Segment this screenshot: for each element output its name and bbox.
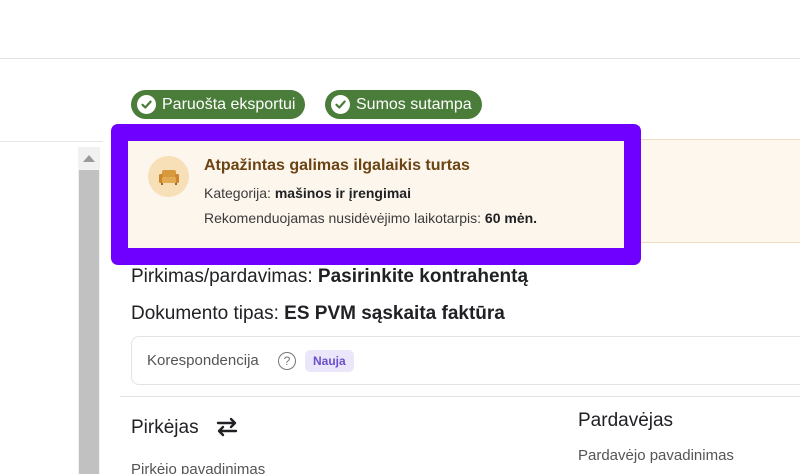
document-type-value: ES PVM sąskaita faktūra: [284, 303, 505, 324]
alert-category-label: Kategorija:: [204, 185, 271, 201]
alert-title: Atpažintas galimas ilgalaikis turtas: [204, 157, 470, 174]
seller-title: Pardavėjas: [578, 410, 674, 431]
swap-arrows-icon[interactable]: [215, 417, 239, 437]
correspondence-label: Korespondencija: [147, 352, 259, 369]
buyer-title: Pirkėjas: [131, 417, 199, 438]
sofa-icon: [148, 156, 189, 197]
help-icon[interactable]: ?: [278, 352, 296, 370]
alert-depreciation-value: 60 mėn.: [484, 210, 538, 226]
alert-background: [640, 139, 800, 243]
check-circle-icon: [137, 95, 156, 114]
purchase-sale-label: Pirkimas/pardavimas:: [131, 266, 313, 287]
new-badge: Nauja: [305, 350, 354, 372]
document-type-label: Dokumento tipas:: [131, 303, 279, 324]
document-type-field: Dokumento tipas: ES PVM sąskaita faktūra: [131, 303, 505, 325]
status-chip-label: Sumos sutampa: [356, 95, 472, 113]
status-chip-label: Paruošta eksportui: [162, 95, 296, 113]
alert-category: Kategorija: mašinos ir įrengimai: [204, 185, 411, 201]
correspondence-panel[interactable]: Korespondencija ? Nauja: [131, 336, 800, 385]
purchase-sale-value[interactable]: Pasirinkite kontrahentą: [318, 266, 528, 287]
fixed-asset-alert: Atpažintas galimas ilgalaikis turtas Kat…: [128, 141, 624, 248]
status-chip-sums-match: Sumos sutampa: [325, 90, 482, 119]
purchase-sale-field[interactable]: Pirkimas/pardavimas: Pasirinkite kontrah…: [131, 266, 528, 288]
seller-name-label: Pardavėjo pavadinimas: [578, 447, 734, 464]
top-bar: [0, 0, 800, 59]
scrollbar-thumb[interactable]: [79, 170, 99, 474]
scroll-up-arrow-icon[interactable]: [78, 147, 100, 169]
divider: [120, 396, 800, 397]
alert-depreciation: Rekomenduojamas nusidėvėjimo laikotarpis…: [204, 210, 537, 226]
buyer-name-label: Pirkėjo pavadinimas: [131, 461, 266, 474]
alert-category-value: mašinos ir įrengimai: [274, 185, 411, 201]
alert-depreciation-label: Rekomenduojamas nusidėvėjimo laikotarpis…: [204, 210, 482, 226]
check-circle-icon: [331, 95, 350, 114]
status-chip-export-ready: Paruošta eksportui: [131, 90, 306, 119]
page: Paruošta eksportui Sumos sutampa Atpažin…: [0, 0, 800, 474]
